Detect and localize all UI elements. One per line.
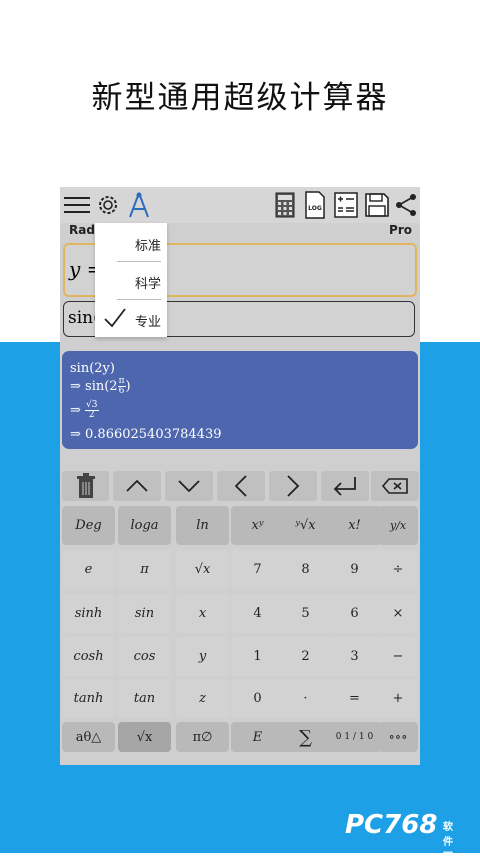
result-panel: sin(2y) ⇒ sin(2 π 6) ⇒ √3 2 ⇒ 0.86602540378…	[62, 351, 418, 449]
key-plus[interactable]: +	[378, 679, 418, 718]
key-symbol-mode[interactable]: π∅	[176, 722, 229, 752]
menu-item-pro[interactable]: 专业	[95, 299, 167, 337]
key-fraction[interactable]: y/x	[378, 506, 418, 545]
key-equals[interactable]: =	[328, 679, 381, 718]
key-pi[interactable]: π	[118, 550, 171, 589]
key-cosh[interactable]: cosh	[62, 637, 115, 676]
key-3[interactable]: 3	[328, 637, 381, 676]
result-line: ⇒ sin(2 π 6)	[70, 376, 131, 396]
key-more[interactable]: ∘∘∘	[378, 722, 418, 752]
key-tan[interactable]: tan	[118, 679, 171, 718]
save-icon[interactable]	[362, 190, 392, 220]
settings-icon[interactable]	[93, 190, 123, 220]
key-8[interactable]: 8	[279, 550, 332, 589]
result-value: ⇒ 0.866025403784439	[70, 427, 222, 442]
key-6[interactable]: 6	[328, 594, 381, 633]
calculator-screen: LOG Rad Pro y = sin( 标准 科学 专业 sin(2y) ⇒ …	[60, 187, 420, 765]
key-factorial[interactable]: x!	[328, 506, 381, 545]
menu-item-standard[interactable]: 标准	[95, 223, 167, 261]
log-icon[interactable]: LOG	[300, 190, 330, 220]
key-dot[interactable]: ·	[279, 679, 332, 718]
compass-icon[interactable]	[124, 190, 154, 220]
key-y[interactable]: y	[176, 637, 229, 676]
key-matrix-mode[interactable]: 0 1 / 1 0	[328, 722, 381, 752]
key-sqrt[interactable]: √x	[176, 550, 229, 589]
key-multiply[interactable]: ×	[378, 594, 418, 633]
key-deg[interactable]: Deg	[62, 506, 115, 545]
chevron-right-icon[interactable]	[269, 471, 317, 501]
calc-mode-label[interactable]: Pro	[389, 223, 412, 237]
result-line: ⇒ √3 2	[70, 400, 99, 420]
key-loga[interactable]: loga	[118, 506, 171, 545]
key-power[interactable]: xʸ	[231, 506, 284, 545]
key-7[interactable]: 7	[231, 550, 284, 589]
key-9[interactable]: 9	[328, 550, 381, 589]
key-e-mode[interactable]: E	[231, 722, 284, 752]
checkmark-icon	[104, 308, 126, 328]
key-4[interactable]: 4	[231, 594, 284, 633]
key-cos[interactable]: cos	[118, 637, 171, 676]
key-tanh[interactable]: tanh	[62, 679, 115, 718]
mode-dropdown-menu: 标准 科学 专业	[95, 223, 167, 337]
key-x[interactable]: x	[176, 594, 229, 633]
toolbar: LOG	[60, 187, 420, 223]
key-z[interactable]: z	[176, 679, 229, 718]
log-label: LOG	[308, 205, 322, 212]
key-sum-mode[interactable]: ∑	[279, 722, 332, 752]
key-greek-mode[interactable]: aθ△	[62, 722, 115, 752]
key-math-mode[interactable]: √x	[118, 722, 171, 752]
key-nth-root[interactable]: ʸ√x	[279, 506, 332, 545]
key-1[interactable]: 1	[231, 637, 284, 676]
navigation-row	[60, 469, 420, 503]
key-0[interactable]: 0	[231, 679, 284, 718]
key-ln[interactable]: ln	[176, 506, 229, 545]
calculator-icon[interactable]	[270, 190, 300, 220]
share-icon[interactable]	[391, 190, 421, 220]
key-minus[interactable]: −	[378, 637, 418, 676]
key-e[interactable]: e	[62, 550, 115, 589]
watermark-logo: PC768 软件园	[345, 810, 453, 863]
chevron-down-icon[interactable]	[165, 471, 213, 501]
backspace-icon[interactable]	[371, 471, 419, 501]
list-icon[interactable]	[331, 190, 361, 220]
trash-icon[interactable]	[62, 471, 109, 501]
chevron-up-icon[interactable]	[113, 471, 161, 501]
key-sinh[interactable]: sinh	[62, 594, 115, 633]
menu-item-science[interactable]: 科学	[95, 261, 167, 299]
enter-icon[interactable]	[321, 471, 369, 501]
key-5[interactable]: 5	[279, 594, 332, 633]
key-sin[interactable]: sin	[118, 594, 171, 633]
key-divide[interactable]: ÷	[378, 550, 418, 589]
chevron-left-icon[interactable]	[217, 471, 265, 501]
angle-mode-label[interactable]: Rad	[69, 223, 95, 237]
menu-icon[interactable]	[62, 190, 92, 220]
result-line: sin(2y)	[70, 361, 115, 376]
key-2[interactable]: 2	[279, 637, 332, 676]
page-headline: 新型通用超级计算器	[91, 80, 389, 116]
